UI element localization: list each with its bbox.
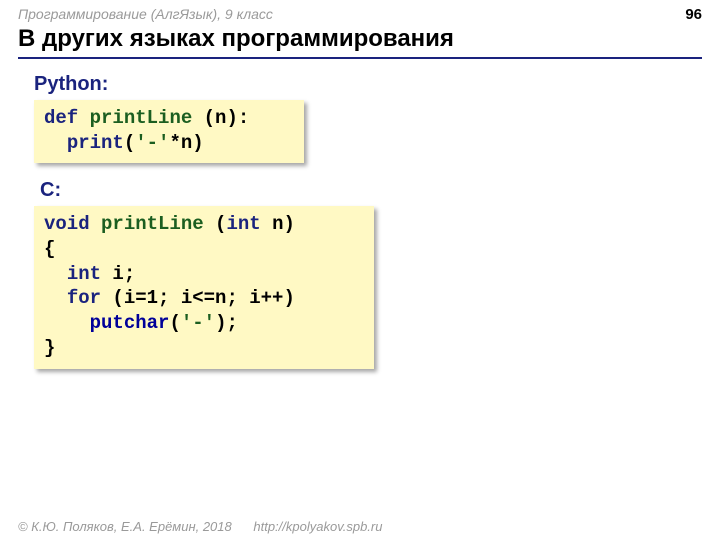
c-label: С: xyxy=(40,179,698,202)
params: (n): xyxy=(204,107,250,129)
kw-def: def xyxy=(44,107,78,129)
kw-void: void xyxy=(44,213,90,235)
kw-int-param: int xyxy=(226,213,260,235)
kw-for: for xyxy=(67,287,101,309)
fn-name-c: printLine xyxy=(101,213,204,235)
python-code-block: def printLine (n): print('-'*n) xyxy=(34,100,304,163)
rbrace: } xyxy=(44,337,55,359)
kw-int-decl: int xyxy=(67,263,101,285)
string-lit: '-' xyxy=(135,132,169,154)
lbrace: { xyxy=(44,238,55,260)
fn-name: printLine xyxy=(90,107,193,129)
call-print: print xyxy=(67,132,124,154)
python-label: Python: xyxy=(34,73,698,96)
copyright: © К.Ю. Поляков, Е.А. Ерёмин, 2018 xyxy=(18,519,232,534)
page-number: 96 xyxy=(685,6,702,23)
c-code-block: void printLine (int n) { int i; for (i=1… xyxy=(34,206,374,368)
footer-url: http://kpolyakov.spb.ru xyxy=(253,519,382,534)
content-area: Python: def printLine (n): print('-'*n) … xyxy=(0,59,720,369)
footer: © К.Ю. Поляков, Е.А. Ерёмин, 2018 http:/… xyxy=(18,519,382,534)
call-putchar: putchar xyxy=(90,312,170,334)
page-title: В других языках программирования xyxy=(18,25,702,59)
string-lit-c: '-' xyxy=(181,312,215,334)
subject-label: Программирование (АлгЯзык), 9 класс xyxy=(18,6,273,22)
slide-header: Программирование (АлгЯзык), 9 класс 96 xyxy=(0,0,720,25)
